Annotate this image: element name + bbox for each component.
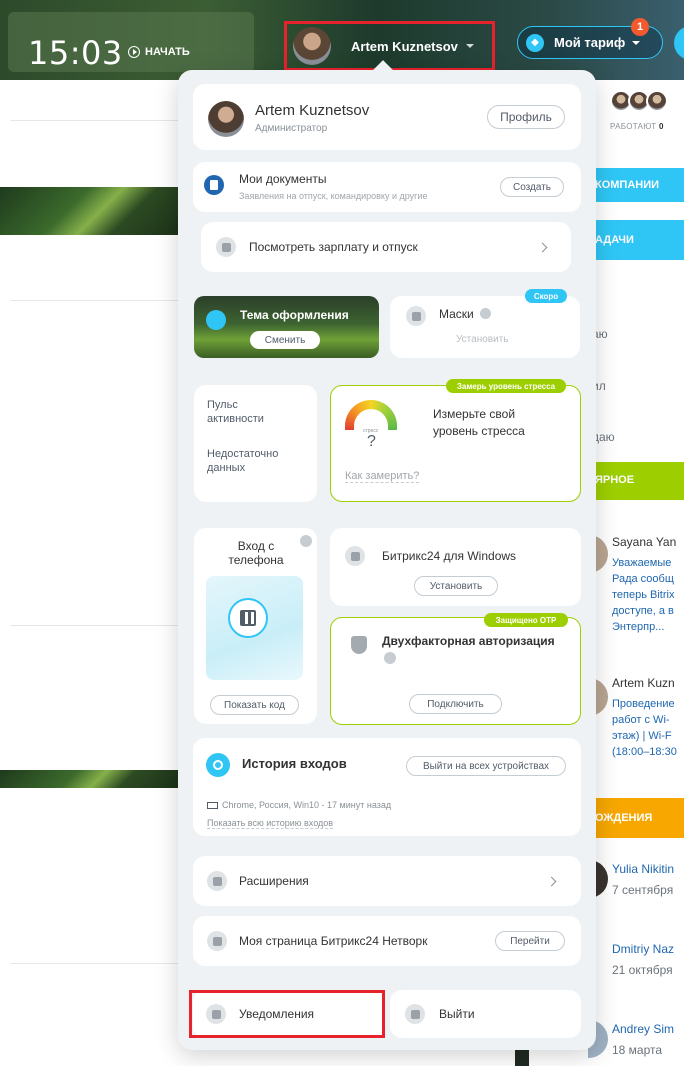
show-code-button[interactable]: Показать код [210, 695, 299, 715]
star-icon [216, 237, 236, 257]
clock: 15:03 [28, 34, 123, 72]
help-button[interactable] [674, 26, 684, 60]
avatar [208, 101, 244, 137]
pulse-title: Пульс активности [207, 399, 264, 425]
background-image [0, 770, 178, 788]
background-image [0, 187, 178, 235]
user-menu-popup: Artem Kuznetsov Администратор Профиль Мо… [178, 70, 596, 1050]
stress-card[interactable]: стресс ? Измерьте свой уровень стресса К… [330, 385, 581, 502]
create-document-button[interactable]: Создать [500, 177, 564, 197]
user-name: Artem Kuznetsov [351, 38, 458, 54]
chevron-down-icon [465, 44, 474, 48]
divider [10, 963, 178, 964]
extensions-label: Расширения [239, 874, 309, 888]
logout-icon [405, 1004, 425, 1024]
play-icon [128, 46, 140, 58]
salary-label: Посмотреть зарплату и отпуск [249, 240, 418, 254]
documents-title: Мои документы [239, 172, 327, 186]
profile-button[interactable]: Профиль [487, 105, 565, 129]
document-icon [204, 175, 224, 195]
working-avatars [610, 90, 668, 112]
post-text[interactable]: Уважаемые Рада сообщ теперь Bitrix досту… [612, 555, 684, 635]
two-factor-card: Двухфакторная авторизация Подключить [330, 617, 581, 725]
chevron-down-icon [632, 40, 641, 45]
change-theme-button[interactable]: Сменить [250, 331, 320, 349]
logout-label: Выйти [439, 1007, 475, 1021]
logout-all-devices-button[interactable]: Выйти на всех устройствах [406, 756, 566, 776]
stress-text: Измерьте свой уровень стресса [433, 407, 525, 438]
post-author[interactable]: Artem Kuzn [612, 676, 684, 690]
profile-role: Администратор [255, 123, 328, 134]
qr-code-icon [228, 598, 268, 638]
masks-title: Маски [439, 307, 474, 321]
windows-icon [345, 546, 365, 566]
gauge-value: ? [367, 433, 376, 450]
birthday-date: 7 сентября [612, 883, 674, 897]
diamond-icon: ◆ [526, 33, 544, 52]
windows-app-title: Битрикс24 для Windows [382, 549, 517, 563]
user-menu-button[interactable]: Artem Kuznetsov [284, 21, 495, 71]
login-entry: Chrome, Россия, Win10 - 17 минут назад [222, 800, 392, 810]
laptop-icon [207, 802, 218, 809]
mask-icon [406, 306, 426, 326]
birthday-name[interactable]: Dmitriy Naz [612, 942, 684, 956]
profile-name: Artem Kuznetsov [255, 102, 370, 119]
shield-icon [351, 636, 367, 654]
soon-badge: Скоро [525, 289, 567, 303]
info-icon[interactable] [300, 535, 312, 547]
working-counter: РАБОТАЮТ 0 [610, 122, 664, 131]
birthday-date: 21 октября [612, 963, 673, 977]
info-icon[interactable] [480, 308, 491, 319]
documents-subtitle: Заявления на отпуск, командировку и друг… [239, 191, 428, 201]
birthdays-bar[interactable]: ОЖДЕНИЯ [590, 798, 684, 838]
post-text[interactable]: Проведение работ с Wi- этаж) | Wi-F (18:… [612, 696, 684, 760]
popular-bar[interactable]: ЯРНОЕ [590, 462, 684, 500]
masks-card [390, 296, 580, 358]
install-masks-button[interactable]: Установить [456, 334, 509, 345]
show-all-history-link[interactable]: Показать всю историю входов [207, 818, 334, 829]
pulse-status: Недостаточно данных [207, 448, 279, 474]
start-label: НАЧАТЬ [145, 46, 190, 58]
info-icon[interactable] [384, 652, 396, 664]
divider [10, 120, 178, 121]
company-bar[interactable]: КОМПАНИИ [590, 168, 684, 202]
top-bar: 15:03 НАЧАТЬ Artem Kuznetsov ◆ Мой тариф… [0, 0, 684, 80]
otp-badge: Защищено OTP [484, 613, 568, 627]
stress-gauge-icon [345, 400, 397, 430]
install-windows-button[interactable]: Установить [414, 576, 498, 596]
go-network-button[interactable]: Перейти [495, 931, 565, 951]
tasks-bar[interactable]: АДАЧИ [590, 220, 684, 260]
cloud-icon [207, 931, 227, 951]
history-icon [206, 753, 230, 777]
theme-card[interactable]: Тема оформления Сменить [194, 296, 379, 358]
divider [10, 625, 178, 626]
divider [10, 300, 178, 301]
notification-badge: 1 [631, 18, 649, 36]
highlight-notifications [189, 990, 385, 1038]
theme-title: Тема оформления [240, 308, 349, 322]
extensions-icon [207, 871, 227, 891]
cloud-icon [206, 310, 226, 330]
connect-two-factor-button[interactable]: Подключить [409, 694, 502, 714]
how-to-measure-link[interactable]: Как замерить? [345, 470, 420, 483]
work-time-widget[interactable]: 15:03 НАЧАТЬ [8, 12, 254, 72]
two-factor-title: Двухфакторная авторизация [382, 634, 555, 648]
tariff-label: Мой тариф [554, 35, 626, 50]
network-label: Моя страница Битрикс24 Нетворк [239, 934, 428, 948]
avatar [293, 27, 331, 65]
birthday-date: 18 марта [612, 1043, 663, 1057]
stress-badge: Замерь уровень стресса [446, 379, 566, 393]
birthday-name[interactable]: Yulia Nikitin [612, 862, 684, 876]
phone-login-title: Вход с телефона [228, 539, 284, 567]
login-history-title: История входов [242, 756, 347, 771]
post-author[interactable]: Sayana Yan [612, 535, 684, 549]
start-workday-button[interactable]: НАЧАТЬ [128, 46, 190, 58]
background-strip [515, 1048, 529, 1066]
birthday-name[interactable]: Andrey Sim [612, 1022, 684, 1036]
